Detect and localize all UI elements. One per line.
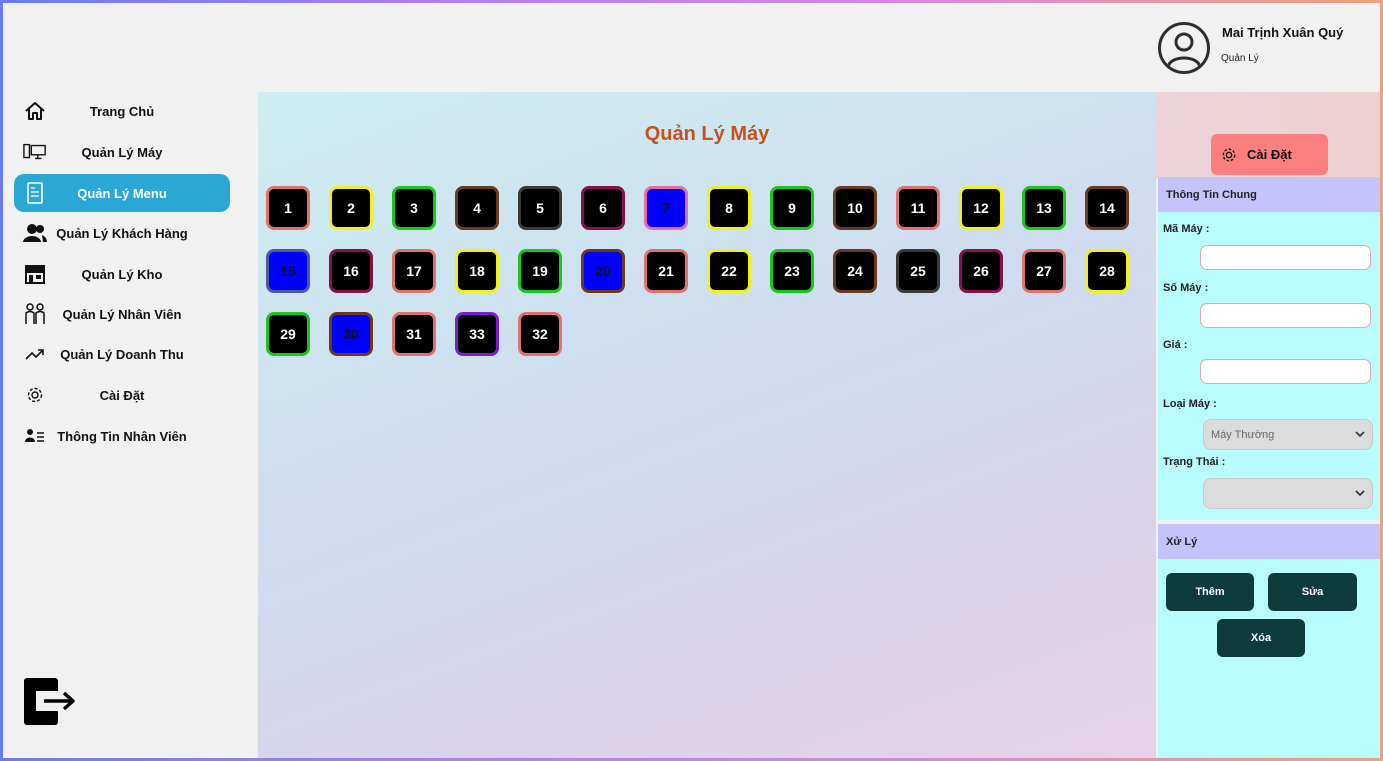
sidebar-item-quan-ly-kho[interactable]: Quản Lý Kho [14, 255, 230, 293]
machine-tile[interactable]: 2 [329, 186, 373, 230]
machine-tile[interactable]: 3 [392, 186, 436, 230]
sidebar-item-quan-ly-khach-hang[interactable]: Quản Lý Khách Hàng [14, 214, 230, 252]
home-icon [23, 100, 47, 122]
machine-tile[interactable]: 12 [959, 186, 1003, 230]
so-may-label: Số Máy : [1163, 282, 1209, 294]
machine-tile[interactable]: 29 [266, 312, 310, 356]
machine-tile[interactable]: 23 [770, 249, 814, 293]
sidebar-item-cai-dat[interactable]: Cài Đặt [14, 376, 230, 414]
user-avatar-icon [1166, 32, 1202, 68]
machine-tile[interactable]: 21 [644, 249, 688, 293]
loai-may-label: Loại Máy : [1163, 398, 1217, 410]
logout-icon [24, 678, 75, 725]
page-title: Quản Lý Máy [644, 123, 770, 145]
gia-input[interactable] [1200, 359, 1371, 384]
settings-button-label: Cài Đặt [1247, 147, 1292, 162]
sidebar-item-quan-ly-menu[interactable]: Quản Lý Menu [14, 174, 230, 212]
machine-tile[interactable]: 10 [833, 186, 877, 230]
machine-tile[interactable]: 18 [455, 249, 499, 293]
machine-tile[interactable]: 31 [392, 312, 436, 356]
machine-tile[interactable]: 7 [644, 186, 688, 230]
machine-tile[interactable]: 6 [581, 186, 625, 230]
machine-tile[interactable]: 16 [329, 249, 373, 293]
machine-tile[interactable]: 8 [707, 186, 751, 230]
add-button[interactable]: Thêm [1166, 573, 1254, 611]
computer-icon [23, 141, 47, 163]
loai-may-select[interactable]: Máy Thường [1203, 419, 1373, 450]
sidebar-item-quan-ly-doanh-thu[interactable]: Quản Lý Doanh Thu [14, 335, 230, 373]
logout-button[interactable] [22, 677, 78, 727]
machine-tile[interactable]: 24 [833, 249, 877, 293]
user-name: Mai Trịnh Xuân Quý [1222, 25, 1344, 40]
trend-up-icon [23, 343, 47, 365]
machine-tile[interactable]: 20 [581, 249, 625, 293]
trang-thai-select[interactable] [1203, 478, 1373, 509]
machine-tile[interactable]: 28 [1085, 249, 1129, 293]
loai-may-value: Máy Thường [1211, 428, 1275, 441]
ma-may-label: Mã Máy : [1163, 223, 1210, 235]
machine-tile[interactable]: 1 [266, 186, 310, 230]
machine-tile[interactable]: 4 [455, 186, 499, 230]
machine-tile[interactable]: 5 [518, 186, 562, 230]
sidebar-item-quan-ly-nhan-vien[interactable]: Quản Lý Nhân Viên [14, 295, 230, 333]
ma-may-input[interactable] [1200, 245, 1371, 270]
machine-tile[interactable]: 26 [959, 249, 1003, 293]
info-section-header: Thông Tin Chung [1158, 177, 1381, 212]
actions-section-header: Xử Lý [1158, 524, 1381, 559]
gear-icon [1221, 147, 1237, 163]
machine-tile[interactable]: 9 [770, 186, 814, 230]
machine-tile[interactable]: 30 [329, 312, 373, 356]
user-role: Quản Lý [1221, 53, 1259, 64]
machine-tile[interactable]: 25 [896, 249, 940, 293]
menu-document-icon [23, 182, 47, 204]
machine-tile[interactable]: 32 [518, 312, 562, 356]
machine-tile[interactable]: 14 [1085, 186, 1129, 230]
machine-tile[interactable]: 19 [518, 249, 562, 293]
edit-button[interactable]: Sửa [1268, 573, 1357, 611]
staff-icon [23, 303, 47, 325]
machine-tile[interactable]: 22 [707, 249, 751, 293]
avatar [1158, 22, 1210, 74]
machine-tile[interactable]: 17 [392, 249, 436, 293]
machine-tile[interactable]: 11 [896, 186, 940, 230]
so-may-input[interactable] [1200, 303, 1371, 328]
machine-tile[interactable]: 33 [455, 312, 499, 356]
gear-icon [23, 384, 47, 406]
store-icon [23, 263, 47, 285]
chevron-down-icon [1355, 431, 1365, 438]
machine-tile[interactable]: 27 [1022, 249, 1066, 293]
delete-button[interactable]: Xóa [1217, 619, 1305, 657]
sidebar-item-thong-tin-nhan-vien[interactable]: Thông Tin Nhân Viên [14, 417, 230, 455]
machine-tile[interactable]: 13 [1022, 186, 1066, 230]
customers-icon [23, 222, 47, 244]
sidebar-item-trang-chu[interactable]: Trang Chủ [14, 92, 230, 130]
gia-label: Giá : [1163, 339, 1188, 351]
trang-thai-label: Trạng Thái : [1163, 456, 1226, 468]
user-list-icon [23, 425, 47, 447]
sidebar-item-quan-ly-may[interactable]: Quản Lý Máy [14, 133, 230, 171]
machine-tile[interactable]: 15 [266, 249, 310, 293]
chevron-down-icon [1355, 490, 1365, 497]
settings-button[interactable]: Cài Đặt [1211, 134, 1328, 175]
